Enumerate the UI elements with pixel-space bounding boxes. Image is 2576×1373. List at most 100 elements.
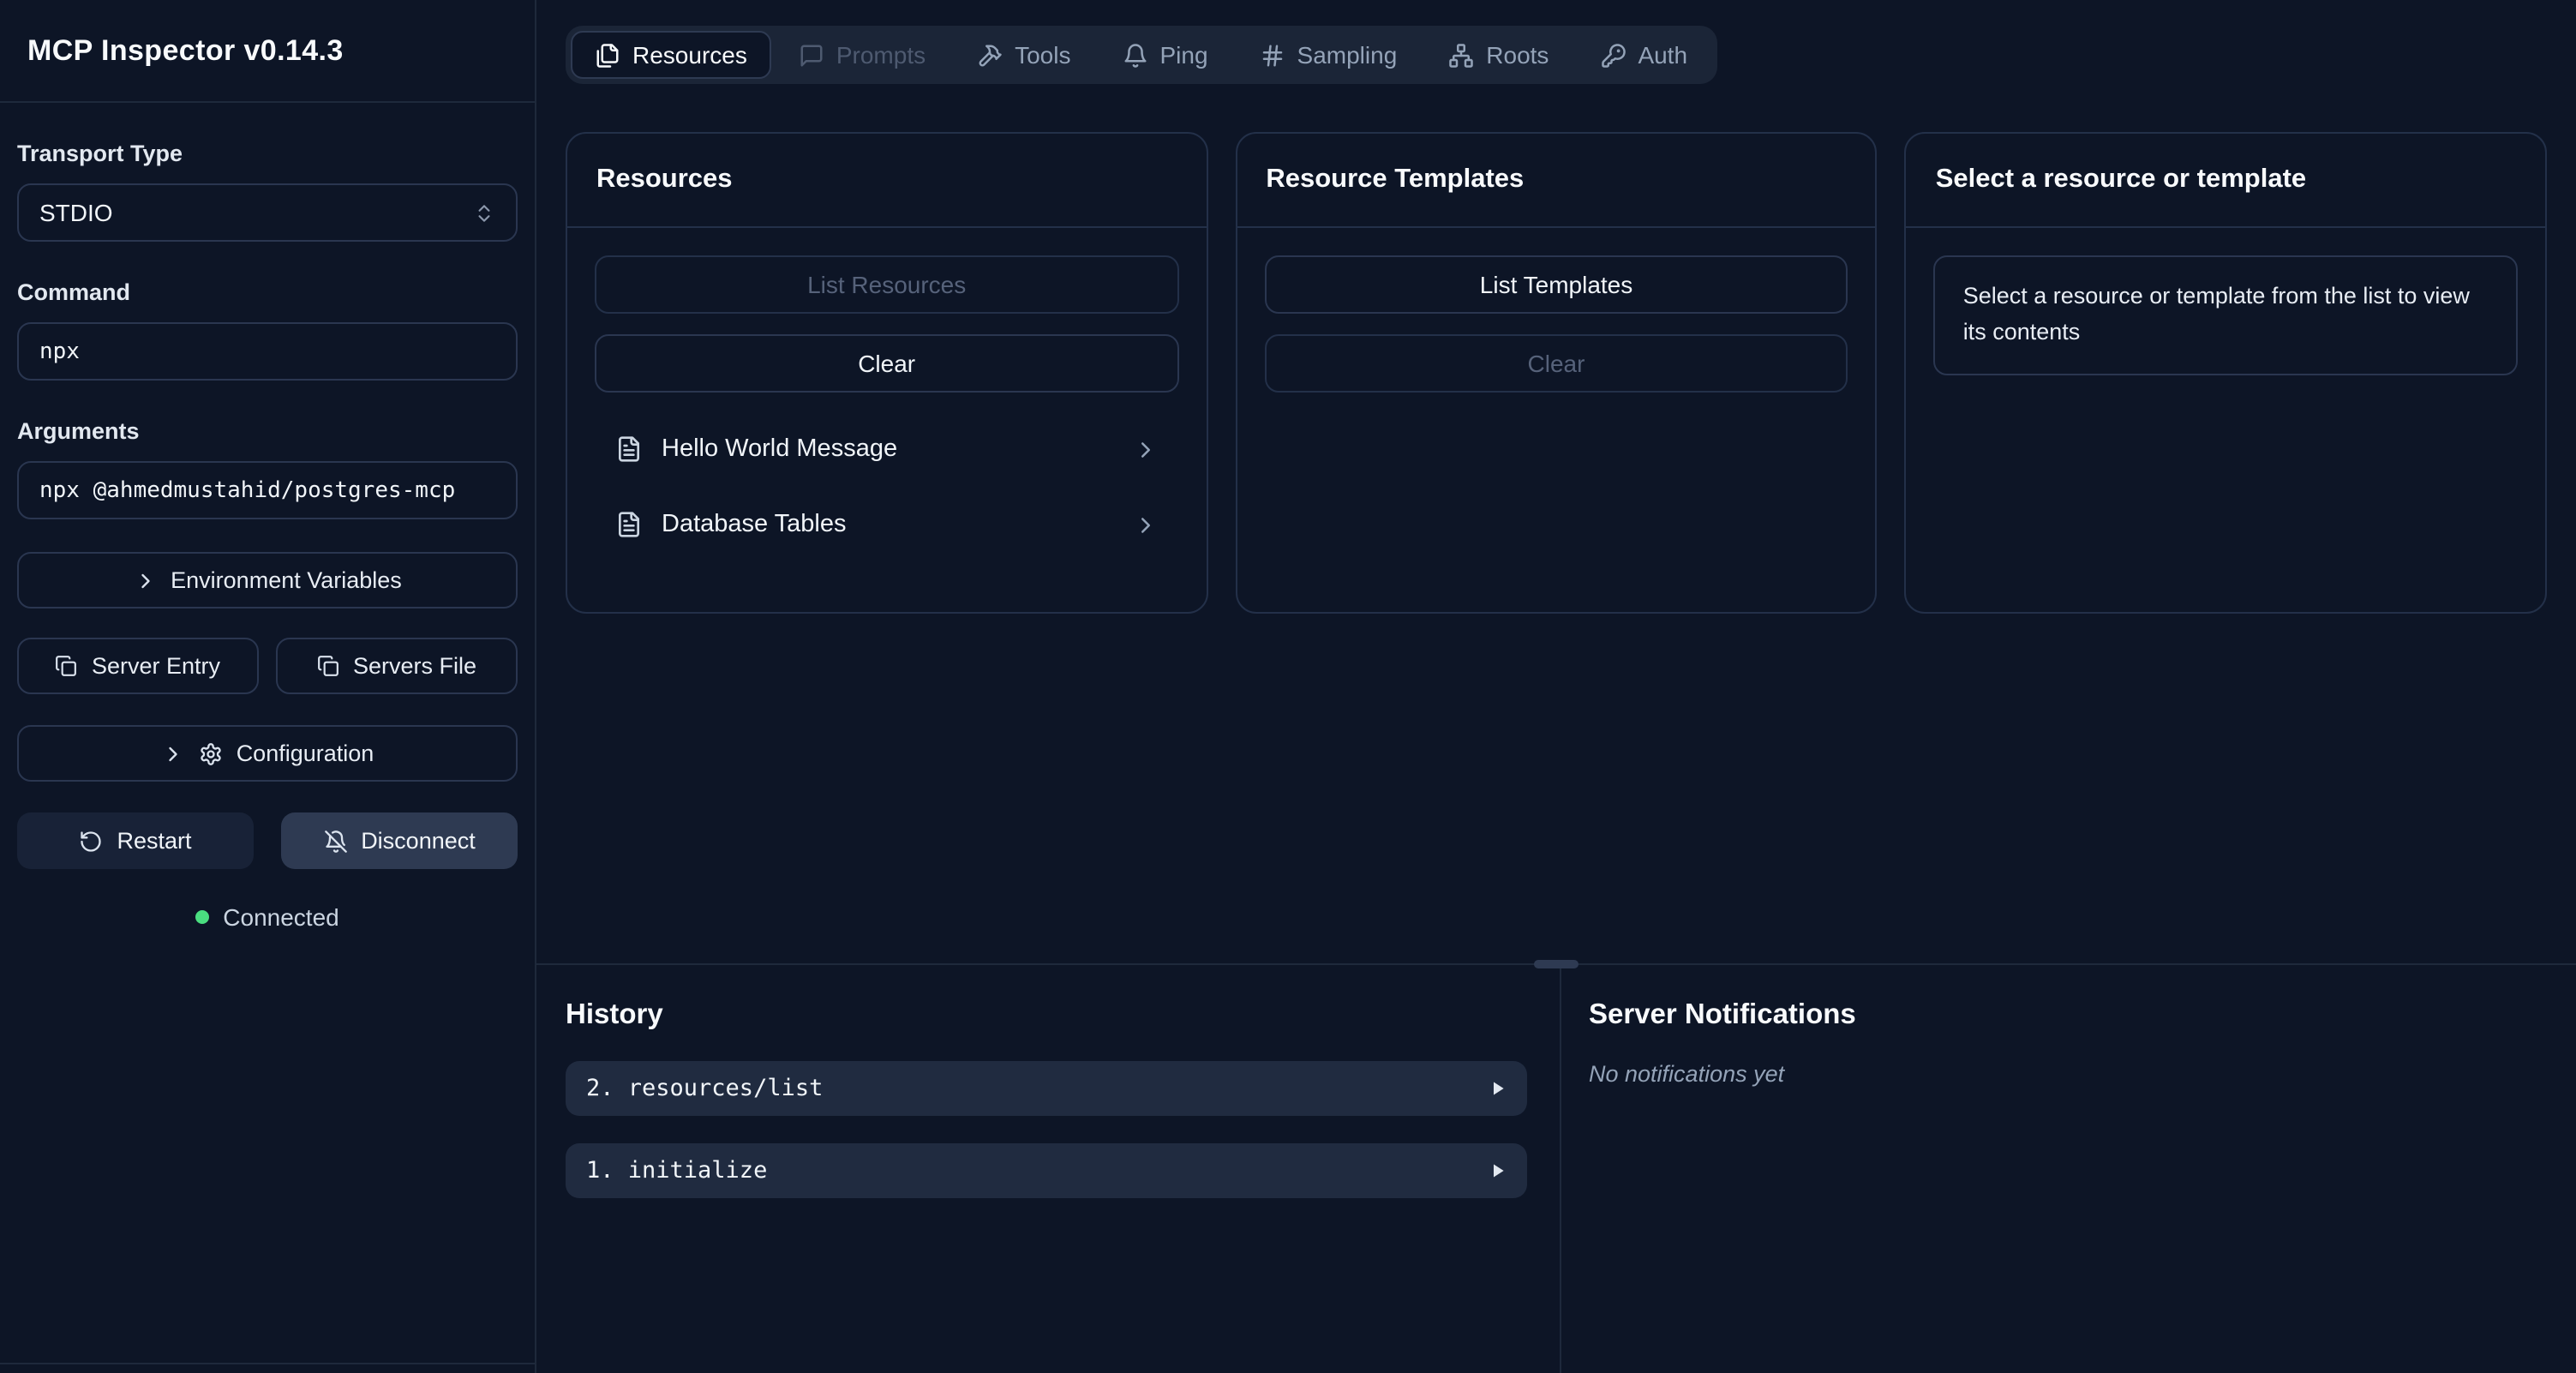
history-title: History (566, 999, 1527, 1032)
network-icon (1448, 42, 1474, 68)
connected-status-label: Connected (223, 903, 338, 931)
disconnect-button[interactable]: Disconnect (281, 812, 518, 869)
transport-type-value: STDIO (39, 199, 113, 226)
resources-card: Resources List Resources Clear Hello Wor… (566, 132, 1207, 614)
resources-card-title: Resources (596, 165, 733, 195)
app-root: MCP Inspector v0.14.3 Transport Type STD… (0, 0, 2576, 1373)
chevron-right-icon (133, 568, 157, 592)
no-notifications-text: No notifications yet (1589, 1061, 2576, 1087)
tab-label: Auth (1638, 41, 1687, 69)
arguments-field: Arguments (17, 418, 518, 519)
history-item-label: 1. initialize (586, 1157, 767, 1184)
copy-icon (317, 655, 339, 677)
resource-detail-card-title: Select a resource or template (1936, 165, 2307, 195)
history-item-resources-list[interactable]: 2. resources/list (566, 1061, 1527, 1116)
sidebar-bottom-divider (0, 1363, 535, 1373)
tab-label: Tools (1015, 41, 1070, 69)
tab-ping[interactable]: Ping (1098, 31, 1231, 79)
connection-buttons-row: Restart Disconnect (17, 812, 518, 869)
tab-label: Resources (632, 41, 747, 69)
play-icon (1489, 1162, 1507, 1179)
clear-templates-button[interactable]: Clear (1264, 334, 1848, 393)
main-top: Resources Prompts Tools (536, 0, 2576, 614)
tab-bar: Resources Prompts Tools (566, 26, 1716, 84)
configuration-label: Configuration (237, 740, 374, 766)
command-input[interactable] (17, 322, 518, 381)
server-notifications-title: Server Notifications (1589, 999, 2576, 1032)
resource-templates-card-header: Resource Templates (1237, 134, 1875, 228)
arguments-input[interactable] (17, 461, 518, 519)
tab-label: Sampling (1297, 41, 1398, 69)
tab-roots[interactable]: Roots (1424, 31, 1573, 79)
server-notifications-panel: Server Notifications No notifications ye… (1561, 965, 2576, 1373)
resource-templates-card-title: Resource Templates (1266, 165, 1524, 195)
list-resources-button[interactable]: List Resources (595, 255, 1178, 314)
bottom-panels: History 2. resources/list 1. initialize (536, 963, 2576, 1373)
chevron-right-icon (1132, 436, 1158, 462)
sidebar-content: Transport Type STDIO Command Arguments (0, 103, 535, 931)
panel-resize-handle[interactable] (1534, 960, 1579, 968)
connection-status: Connected (17, 903, 518, 931)
server-entry-button[interactable]: Server Entry (17, 638, 259, 694)
tab-tools[interactable]: Tools (953, 31, 1094, 79)
chevron-right-icon (161, 741, 185, 765)
main-area: Resources Prompts Tools (536, 0, 2576, 1373)
play-icon (1489, 1080, 1507, 1097)
servers-file-label: Servers File (353, 653, 476, 679)
environment-variables-label: Environment Variables (171, 567, 402, 593)
chevrons-up-down-icon (473, 201, 495, 224)
resource-item-label: Database Tables (662, 511, 847, 538)
restart-button[interactable]: Restart (17, 812, 254, 869)
hammer-icon (977, 42, 1003, 68)
file-text-icon (615, 435, 643, 463)
list-templates-button[interactable]: List Templates (1264, 255, 1848, 314)
hash-icon (1260, 42, 1285, 68)
gear-icon (199, 741, 223, 765)
tab-sampling[interactable]: Sampling (1236, 31, 1422, 79)
resources-card-body: List Resources Clear Hello World Message (567, 228, 1206, 585)
resources-card-header: Resources (567, 134, 1206, 228)
resource-detail-card-header: Select a resource or template (1907, 134, 2545, 228)
tab-auth[interactable]: Auth (1576, 31, 1711, 79)
restart-icon (79, 829, 103, 853)
app-title: MCP Inspector v0.14.3 (27, 33, 344, 68)
copy-icon (56, 655, 78, 677)
resource-templates-card: Resource Templates List Templates Clear (1235, 132, 1877, 614)
cards-row: Resources List Resources Clear Hello Wor… (566, 132, 2547, 614)
message-square-icon (799, 42, 824, 68)
tab-resources[interactable]: Resources (571, 31, 771, 79)
servers-file-button[interactable]: Servers File (276, 638, 518, 694)
bell-icon (1122, 42, 1147, 68)
bell-off-icon (323, 829, 347, 853)
transport-type-select[interactable]: STDIO (17, 183, 518, 242)
sidebar-header: MCP Inspector v0.14.3 (0, 0, 535, 103)
restart-label: Restart (117, 828, 191, 854)
chevron-right-icon (1132, 512, 1158, 537)
tab-label: Roots (1486, 41, 1549, 69)
history-list: 2. resources/list 1. initialize (566, 1061, 1527, 1198)
resource-item-label: Hello World Message (662, 435, 897, 463)
tab-label: Ping (1159, 41, 1207, 69)
transport-type-field: Transport Type STDIO (17, 141, 518, 242)
server-entry-label: Server Entry (92, 653, 220, 679)
environment-variables-button[interactable]: Environment Variables (17, 552, 518, 609)
server-buttons-row: Server Entry Servers File (17, 638, 518, 694)
command-label: Command (17, 279, 518, 305)
command-field: Command (17, 279, 518, 381)
clear-resources-button[interactable]: Clear (595, 334, 1178, 393)
configuration-button[interactable]: Configuration (17, 725, 518, 782)
resource-item-hello-world[interactable]: Hello World Message (595, 417, 1178, 482)
resource-templates-card-body: List Templates Clear (1237, 228, 1875, 441)
arguments-label: Arguments (17, 418, 518, 444)
history-panel: History 2. resources/list 1. initialize (536, 965, 1561, 1373)
file-text-icon (615, 511, 643, 538)
history-item-initialize[interactable]: 1. initialize (566, 1143, 1527, 1198)
transport-type-label: Transport Type (17, 141, 518, 166)
files-icon (595, 42, 620, 68)
resource-detail-card-body: Select a resource or template from the l… (1907, 228, 2545, 403)
connected-status-dot (195, 910, 209, 924)
resource-item-database-tables[interactable]: Database Tables (595, 492, 1178, 557)
tab-prompts[interactable]: Prompts (775, 31, 950, 79)
history-item-label: 2. resources/list (586, 1075, 823, 1102)
resource-detail-placeholder: Select a resource or template from the l… (1934, 255, 2518, 375)
